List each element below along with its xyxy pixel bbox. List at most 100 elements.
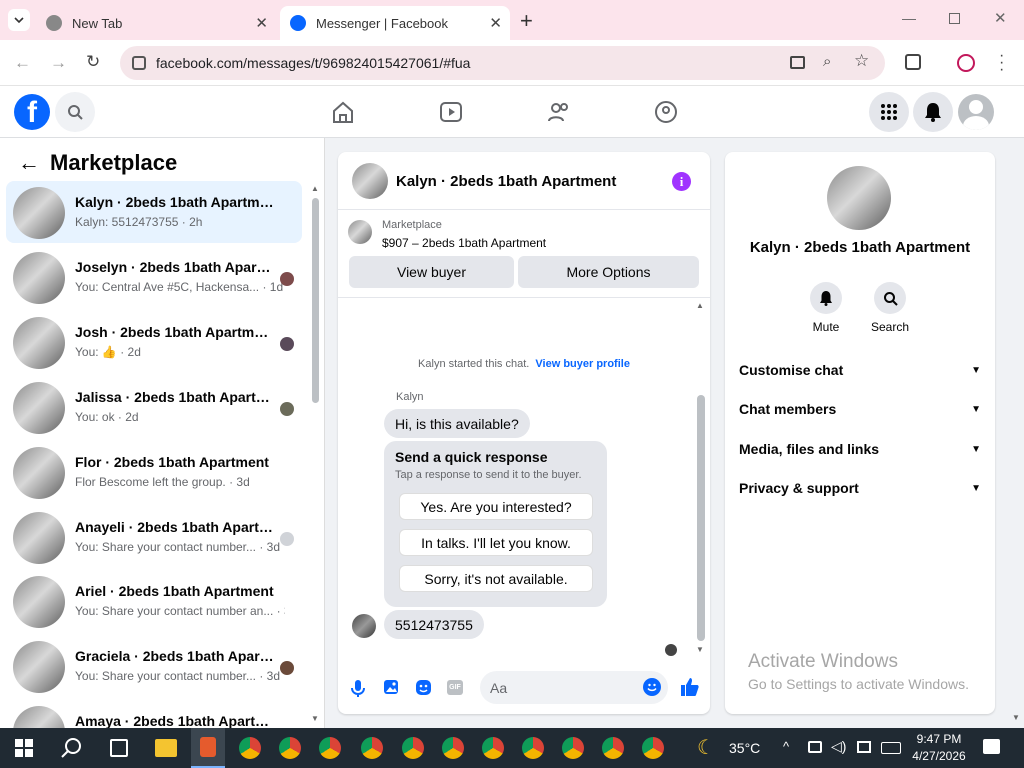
info-icon[interactable]: i: [672, 172, 691, 191]
tray-chevron-icon[interactable]: ^: [783, 739, 789, 754]
conversation-item[interactable]: Amaya · 2beds 1bath Apartm...: [6, 700, 302, 728]
photo-icon[interactable]: [383, 679, 399, 695]
conversation-item[interactable]: Joselyn · 2beds 1bath Apartm... You: Cen…: [6, 246, 302, 308]
conversation-item[interactable]: Jalissa · 2beds 1bath Apartment You: ok …: [6, 376, 302, 438]
conversation-item[interactable]: Graciela · 2beds 1bath Apart... You: Sha…: [6, 635, 302, 697]
network-icon[interactable]: [808, 741, 822, 753]
pinned-app-icon[interactable]: [191, 728, 225, 768]
notification-center-icon[interactable]: [983, 739, 1000, 754]
chrome-taskbar-icon[interactable]: [239, 737, 261, 759]
list-scrollbar[interactable]: [312, 198, 319, 403]
windows-start-icon[interactable]: [15, 739, 33, 757]
chat-scrollbar[interactable]: [697, 395, 705, 641]
conversation-item[interactable]: Josh · 2beds 1bath Apartment You: 👍 · 2d: [6, 311, 302, 373]
close-tab-icon[interactable]: ✕: [255, 14, 268, 32]
chrome-taskbar-icon[interactable]: [402, 737, 424, 759]
chrome-taskbar-icon[interactable]: [522, 737, 544, 759]
like-thumb-icon[interactable]: [679, 677, 699, 697]
search-icon[interactable]: [55, 92, 95, 132]
view-buyer-profile-link[interactable]: View buyer profile: [535, 358, 630, 370]
chrome-taskbar-icon[interactable]: [642, 737, 664, 759]
conversation-item[interactable]: Ariel · 2beds 1bath Apartment You: Share…: [6, 570, 302, 632]
incoming-message[interactable]: 5512473755: [384, 610, 484, 639]
install-app-icon[interactable]: [790, 56, 805, 69]
quick-response-in-talks[interactable]: In talks. I'll let you know.: [399, 529, 593, 556]
customise-chat-row[interactable]: Customise chat ▼: [739, 358, 981, 382]
info-avatar[interactable]: [827, 166, 891, 230]
chrome-taskbar-icon[interactable]: [562, 737, 584, 759]
task-view-icon[interactable]: [110, 739, 128, 757]
mute-button[interactable]: Mute: [809, 282, 843, 334]
conversation-preview: You: Share your contact number an... · 3…: [75, 604, 285, 618]
back-icon[interactable]: ←: [14, 53, 31, 73]
account-avatar-icon[interactable]: [958, 94, 994, 130]
sticker-icon[interactable]: [415, 679, 432, 696]
minimize-icon[interactable]: —: [902, 10, 916, 26]
message-input[interactable]: Aa: [480, 671, 668, 704]
address-bar[interactable]: facebook.com/messages/t/969824015427061/…: [120, 46, 885, 80]
zoom-icon[interactable]: ⌕: [823, 53, 831, 70]
keyboard-icon[interactable]: [881, 742, 901, 754]
close-tab-icon[interactable]: ✕: [489, 14, 502, 32]
chrome-taskbar-icon[interactable]: [482, 737, 504, 759]
new-tab-button[interactable]: +: [520, 8, 533, 34]
language-icon[interactable]: [857, 741, 871, 753]
quick-response-not-available[interactable]: Sorry, it's not available.: [399, 565, 593, 592]
listing-thumbnail[interactable]: [348, 220, 372, 244]
gif-icon[interactable]: GIF: [447, 680, 463, 695]
tab-messenger[interactable]: Messenger | Facebook ✕: [280, 6, 510, 40]
chrome-taskbar-icon[interactable]: [279, 737, 301, 759]
chat-title[interactable]: Kalyn · 2beds 1bath Apartment: [396, 173, 616, 190]
search-button[interactable]: Search: [871, 282, 909, 334]
scroll-up-icon[interactable]: ▲: [696, 301, 704, 310]
conversation-item[interactable]: Flor · 2beds 1bath Apartment Flor Bescom…: [6, 441, 302, 503]
chrome-taskbar-icon[interactable]: [361, 737, 383, 759]
scroll-down-icon[interactable]: ▼: [696, 645, 704, 654]
home-icon[interactable]: [331, 101, 355, 123]
chrome-taskbar-icon[interactable]: [442, 737, 464, 759]
tab-title: New Tab: [72, 15, 123, 31]
profile-icon[interactable]: [957, 54, 975, 72]
view-buyer-button[interactable]: View buyer: [349, 256, 514, 288]
weather-moon-icon[interactable]: ☾: [697, 735, 715, 760]
extensions-icon[interactable]: [905, 54, 921, 70]
bookmark-star-icon[interactable]: ☆: [854, 51, 869, 71]
scroll-up-icon[interactable]: ▲: [311, 184, 319, 193]
chrome-taskbar-icon[interactable]: [602, 737, 624, 759]
media-files-links-row[interactable]: Media, files and links ▼: [739, 437, 981, 461]
volume-icon[interactable]: ◁): [831, 738, 846, 755]
restore-icon[interactable]: [949, 13, 960, 24]
friends-icon[interactable]: [547, 101, 571, 123]
video-icon[interactable]: [439, 101, 463, 123]
conversation-item[interactable]: Anayeli · 2beds 1bath Apartm... You: Sha…: [6, 506, 302, 568]
forward-icon[interactable]: →: [50, 53, 67, 73]
tab-new-tab[interactable]: New Tab ✕: [36, 6, 276, 40]
tab-search-icon[interactable]: [8, 9, 30, 31]
page-scroll-down-icon[interactable]: ▼: [1012, 713, 1020, 722]
facebook-logo-icon[interactable]: f: [14, 94, 50, 130]
more-options-button[interactable]: More Options: [518, 256, 699, 288]
emoji-icon[interactable]: [643, 678, 661, 696]
back-arrow-icon[interactable]: ←: [18, 150, 40, 176]
close-window-icon[interactable]: ✕: [994, 9, 1007, 27]
file-explorer-icon[interactable]: [155, 739, 177, 757]
site-info-icon[interactable]: [132, 56, 146, 70]
weather-temp[interactable]: 35°C: [729, 740, 760, 756]
taskbar-search-icon[interactable]: [61, 737, 83, 759]
reload-icon[interactable]: ↻: [86, 52, 100, 72]
incoming-message[interactable]: Hi, is this available?: [384, 409, 530, 438]
chat-avatar[interactable]: [352, 163, 388, 199]
chat-members-row[interactable]: Chat members ▼: [739, 397, 981, 421]
chrome-menu-icon[interactable]: · · ·: [999, 48, 1004, 78]
clock[interactable]: 9:47 PM 4/27/2026: [907, 731, 971, 765]
microphone-icon[interactable]: [351, 679, 365, 697]
menu-grid-icon[interactable]: [869, 92, 909, 132]
privacy-support-row[interactable]: Privacy & support ▼: [739, 476, 981, 500]
notifications-bell-icon[interactable]: [913, 92, 953, 132]
quick-response-yes[interactable]: Yes. Are you interested?: [399, 493, 593, 520]
chrome-taskbar-icon[interactable]: [319, 737, 341, 759]
conversation-item[interactable]: Kalyn · 2beds 1bath Apartment Kalyn: 551…: [6, 181, 302, 243]
gaming-icon[interactable]: [654, 100, 678, 124]
conversation-name: Graciela · 2beds 1bath Apart...: [75, 648, 275, 664]
scroll-down-icon[interactable]: ▼: [311, 714, 319, 723]
